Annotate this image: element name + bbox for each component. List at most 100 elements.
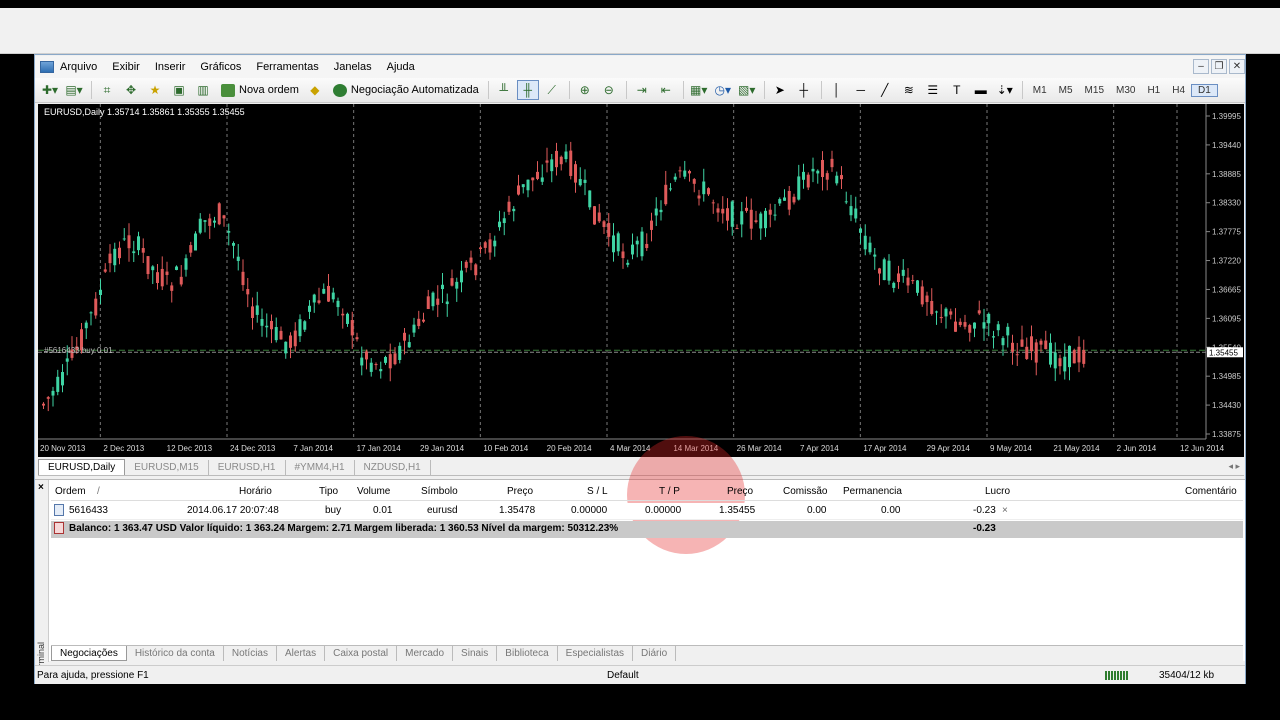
tab-mercado[interactable]: Mercado [397, 646, 454, 661]
channel-icon[interactable]: ≋ [898, 80, 920, 100]
chart-tab-eurusd-m15[interactable]: EURUSD,M15 [125, 460, 209, 475]
candle-body [635, 240, 639, 245]
tab-alertas[interactable]: Alertas [277, 646, 326, 661]
bar-chart-icon[interactable]: ╨ [493, 80, 515, 100]
candle-body [1063, 356, 1067, 372]
candlestick-chart[interactable]: 1.39995 1.39440 1.38885 1.38330 1.37775 1.372… [38, 104, 1244, 457]
minimize-icon[interactable]: – [1193, 59, 1209, 74]
candle-body [384, 357, 387, 363]
tab-negociacoes[interactable]: Negociações [51, 646, 127, 661]
tab-scroll-arrows-icon[interactable]: ◂ ▸ [1228, 461, 1240, 472]
tab-noticias[interactable]: Notícias [224, 646, 277, 661]
menu-exibir[interactable]: Exibir [112, 61, 149, 73]
candle-body [588, 190, 592, 208]
tester-icon[interactable]: ▥ [192, 80, 214, 100]
candle-body [488, 239, 492, 253]
new-chart-icon[interactable]: ✚▾ [39, 80, 61, 100]
candle-body [1049, 342, 1052, 365]
menu-janelas[interactable]: Janelas [334, 61, 381, 73]
col-preco-atual[interactable]: Preço [727, 486, 753, 497]
candle-body [811, 168, 815, 172]
col-preco[interactable]: Preço [507, 486, 533, 497]
col-tipo[interactable]: Tipo [319, 486, 338, 497]
col-lucro[interactable]: Lucro [985, 486, 1010, 497]
tab-historico[interactable]: Histórico da conta [127, 646, 224, 661]
timeframe-m1[interactable]: M1 [1027, 85, 1053, 96]
favorites-icon[interactable]: ★ [144, 80, 166, 100]
col-comissao[interactable]: Comissão [783, 486, 827, 497]
label-icon[interactable]: ▬ [970, 80, 992, 100]
order-icon [54, 504, 64, 516]
vertical-line-icon[interactable]: │ [826, 80, 848, 100]
timeframe-m30[interactable]: M30 [1110, 85, 1141, 96]
col-permanencia[interactable]: Permanencia [843, 486, 902, 497]
tab-sinais[interactable]: Sinais [453, 646, 498, 661]
col-tp[interactable]: T / P [659, 486, 680, 497]
col-ordem[interactable]: Ordem [55, 486, 86, 497]
chart-tab-ymm4-h1[interactable]: #YMM4,H1 [286, 460, 355, 475]
tab-diario[interactable]: Diário [633, 646, 677, 661]
terminal-icon[interactable]: ▣ [168, 80, 190, 100]
chart-tab-eurusd-h1[interactable]: EURUSD,H1 [209, 460, 286, 475]
timeframe-m5[interactable]: M5 [1053, 85, 1079, 96]
chart-shift-icon[interactable]: ⇤ [655, 80, 677, 100]
menu-ajuda[interactable]: Ajuda [387, 61, 424, 73]
candle-body [284, 341, 288, 354]
toolbar-separator [1021, 81, 1023, 99]
tab-caixa-postal[interactable]: Caixa postal [325, 646, 398, 661]
profiles-icon[interactable]: ▤▾ [63, 80, 85, 100]
col-volume[interactable]: Volume [357, 486, 390, 497]
col-comentario[interactable]: Comentário [1185, 486, 1237, 497]
templates-icon[interactable]: ▧▾ [736, 80, 758, 100]
cursor-icon[interactable]: ➤ [769, 80, 791, 100]
auto-trading-button[interactable]: Negociação Automatizada [328, 80, 484, 100]
col-sl[interactable]: S / L [587, 486, 608, 497]
candle-body [844, 201, 848, 203]
trendline-icon[interactable]: ╱ [874, 80, 896, 100]
candle-body [122, 238, 126, 240]
tab-biblioteca[interactable]: Biblioteca [497, 646, 558, 661]
candle-body [958, 321, 962, 326]
col-simbolo[interactable]: Símbolo [421, 486, 458, 497]
table-row[interactable]: 5616433 2014.06.17 20:07:48 buy 0.01 eur… [51, 503, 1243, 520]
zoom-out-icon[interactable]: ⊖ [598, 80, 620, 100]
candle-body [963, 322, 967, 327]
close-icon[interactable]: ✕ [1229, 59, 1245, 74]
chart-tab-eurusd-daily[interactable]: EURUSD,Daily [38, 459, 126, 475]
close-order-icon[interactable]: × [1002, 505, 1008, 516]
metaeditor-icon[interactable]: ◆ [304, 80, 326, 100]
menu-graficos[interactable]: Gráficos [200, 61, 250, 73]
navigator-icon[interactable]: ✥ [120, 80, 142, 100]
terminal-close-icon[interactable]: × [38, 482, 44, 493]
autoscroll-icon[interactable]: ⇥ [631, 80, 653, 100]
timeframe-d1[interactable]: D1 [1191, 83, 1218, 97]
line-chart-icon[interactable]: ⟋ [541, 80, 563, 100]
zoom-in-icon[interactable]: ⊕ [574, 80, 596, 100]
candle-body [132, 251, 136, 254]
crosshair-icon[interactable]: ┼ [793, 80, 815, 100]
horizontal-line-icon[interactable]: ─ [850, 80, 872, 100]
restore-icon[interactable]: ❐ [1211, 59, 1227, 74]
chart-tab-nzdusd-h1[interactable]: NZDUSD,H1 [355, 460, 431, 475]
tab-especialistas[interactable]: Especialistas [558, 646, 634, 661]
cell-sl[interactable]: 0.00000 [571, 505, 607, 516]
timeframe-m15[interactable]: M15 [1079, 85, 1110, 96]
text-icon[interactable]: T [946, 80, 968, 100]
timeframe-h4[interactable]: H4 [1166, 85, 1191, 96]
price-chart[interactable]: 1.39995 1.39440 1.38885 1.38330 1.37775 1.372… [38, 104, 1244, 457]
timeframe-h1[interactable]: H1 [1141, 85, 1166, 96]
periods-icon[interactable]: ◷▾ [712, 80, 734, 100]
menu-ferramentas[interactable]: Ferramentas [256, 61, 327, 73]
fibonacci-icon[interactable]: ☰ [922, 80, 944, 100]
candle-body [688, 171, 691, 174]
candlestick-icon[interactable]: ╫ [516, 80, 539, 100]
new-order-button[interactable]: Nova ordem [216, 80, 304, 100]
menu-inserir[interactable]: Inserir [155, 61, 195, 73]
indicators-icon[interactable]: ▦▾ [688, 80, 710, 100]
cell-tp[interactable]: 0.00000 [645, 505, 681, 516]
col-horario[interactable]: Horário [239, 486, 272, 497]
candle-body [184, 258, 188, 270]
menu-arquivo[interactable]: Arquivo [60, 61, 106, 73]
market-watch-icon[interactable]: ⌗ [96, 80, 118, 100]
arrows-icon[interactable]: ⇣▾ [994, 80, 1016, 100]
